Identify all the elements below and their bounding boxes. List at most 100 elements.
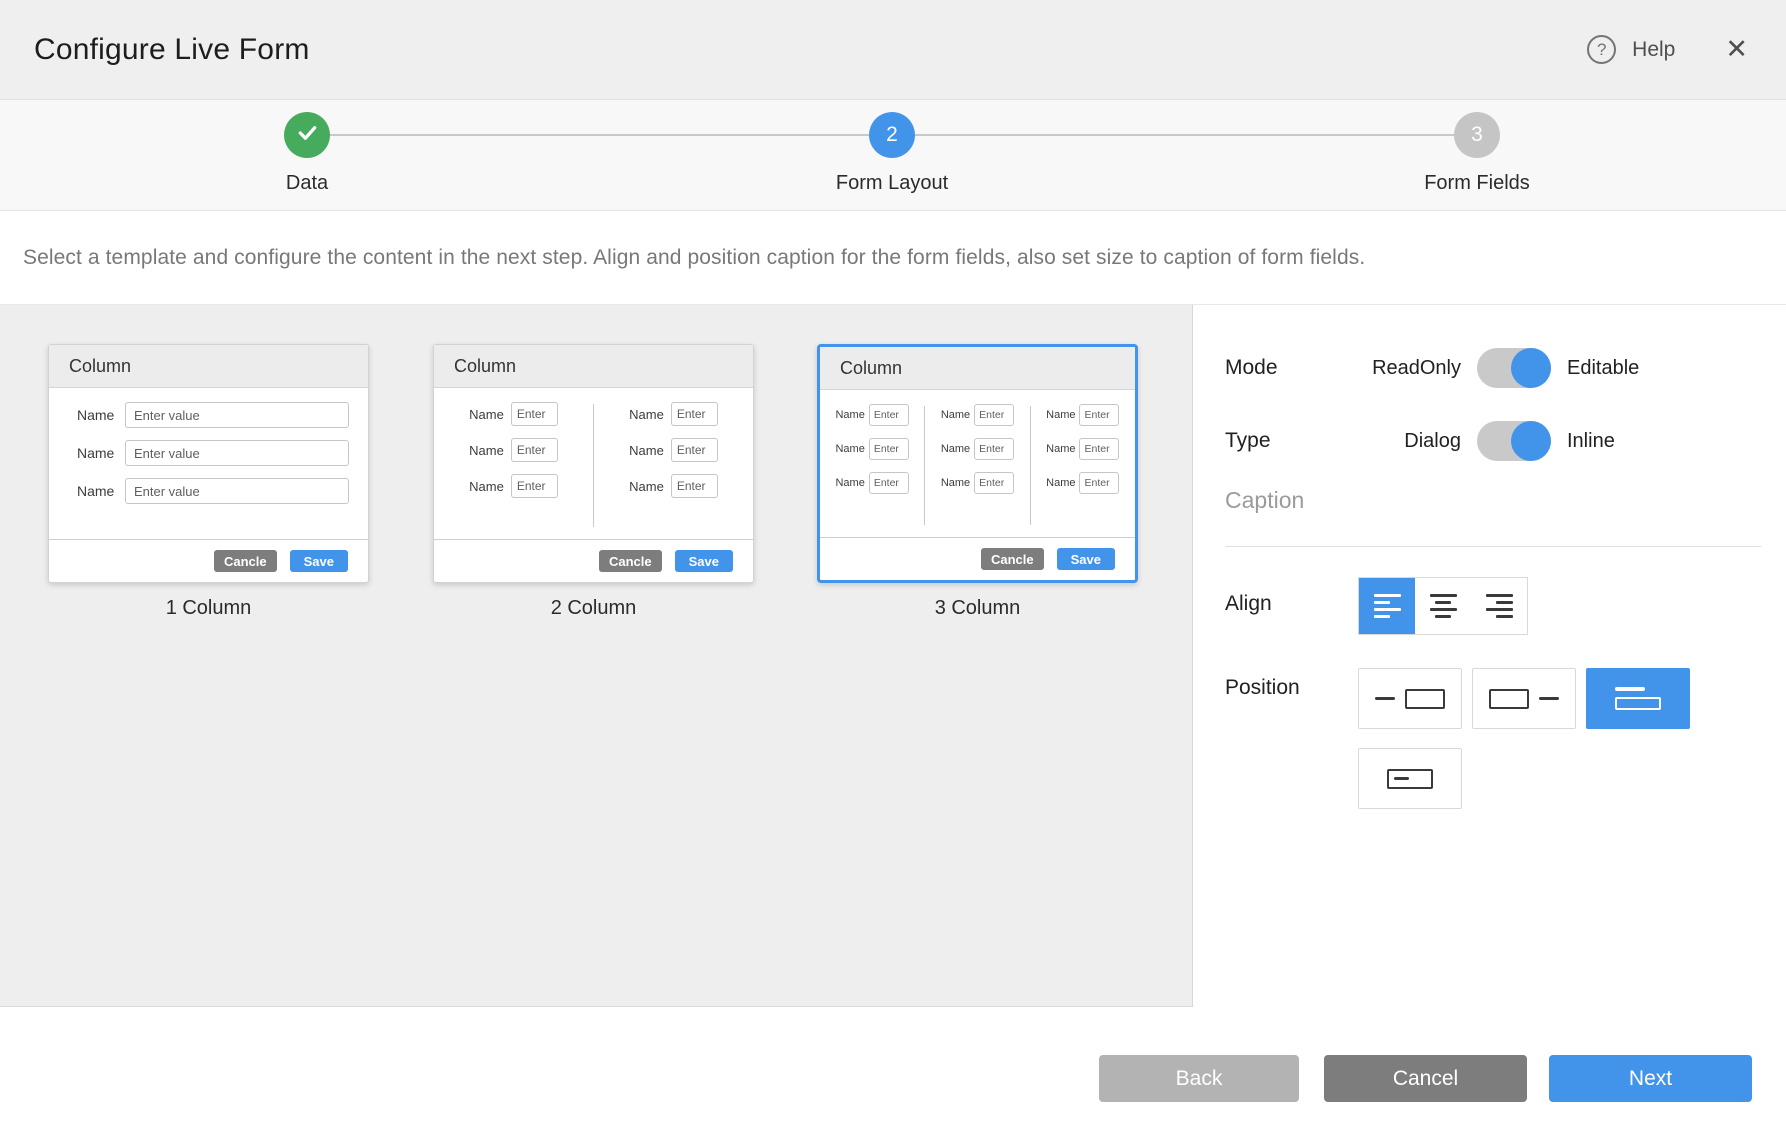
position-caption-right-button[interactable]	[1472, 668, 1576, 729]
mini-field-input	[1079, 472, 1119, 494]
mini-field-label: Name	[835, 443, 864, 455]
mini-field-input	[869, 472, 909, 494]
main-content: Column Name Name Name Cancle Save Column N…	[0, 305, 1786, 1007]
mini-save-button: Save	[1057, 548, 1115, 570]
mini-field-input	[671, 438, 718, 462]
mini-field-input	[869, 404, 909, 426]
mini-form-row: Name	[941, 438, 1014, 460]
mini-form-body: NameNameNameNameNameNameNameNameName	[820, 390, 1135, 537]
caption-section-heading: Caption	[1225, 487, 1304, 514]
align-center-icon	[1430, 594, 1457, 618]
help-icon: ?	[1587, 35, 1616, 64]
mode-readonly-label: ReadOnly	[1358, 357, 1461, 380]
next-button[interactable]: Next	[1549, 1055, 1752, 1102]
mini-field-input	[511, 474, 558, 498]
mini-form-title: Column	[820, 347, 1135, 390]
caption-section-divider	[1225, 546, 1761, 547]
mini-form-row: Name	[1046, 472, 1119, 494]
mini-field-input	[1079, 438, 1119, 460]
mini-field-label: Name	[941, 477, 970, 489]
mini-field-label: Name	[941, 443, 970, 455]
step-form-layout-circle[interactable]: 2	[869, 112, 915, 158]
caption-top-icon	[1615, 687, 1661, 710]
mini-field-input	[974, 404, 1014, 426]
position-caption-inside-button[interactable]	[1358, 748, 1462, 809]
mini-form-row: Name	[1046, 438, 1119, 460]
mini-field-input	[1079, 404, 1119, 426]
template-caption-2-column: 2 Column	[433, 597, 754, 620]
type-setting-row: Type Dialog Inline	[1225, 420, 1615, 462]
mini-form-row: Name	[77, 440, 349, 466]
mini-save-button: Save	[290, 550, 348, 572]
mini-form-row: Name	[835, 472, 908, 494]
mini-form-row: Name	[629, 474, 718, 498]
step-data-label: Data	[197, 172, 417, 195]
back-button[interactable]: Back	[1099, 1055, 1299, 1102]
configure-live-form-dialog: Configure Live Form ? Help ✕ 2 3 Data Fo…	[0, 0, 1786, 1142]
page-title: Configure Live Form	[34, 33, 310, 67]
align-right-button[interactable]	[1471, 578, 1527, 634]
type-inline-label: Inline	[1567, 430, 1615, 453]
mini-field-input	[974, 472, 1014, 494]
mini-form-column: NameNameName	[925, 404, 1029, 537]
template-card-3-column-selected[interactable]: Column NameNameNameNameNameNameNameNameN…	[817, 344, 1138, 583]
mini-field-input	[125, 402, 349, 428]
mini-field-label: Name	[835, 477, 864, 489]
mini-form-column: Name Name Name	[49, 402, 368, 539]
mode-toggle[interactable]	[1477, 348, 1551, 388]
caption-inside-icon	[1387, 769, 1433, 789]
mini-field-input	[671, 402, 718, 426]
template-card-2-column[interactable]: Column Name Name Name Name Name Name Cancle S…	[433, 344, 754, 583]
mini-form-footer: Cancle Save	[434, 539, 753, 582]
step-data-circle[interactable]	[284, 112, 330, 158]
mini-field-label: Name	[1046, 443, 1075, 455]
type-label: Type	[1225, 429, 1358, 453]
align-center-button[interactable]	[1415, 578, 1471, 634]
mini-field-label: Name	[469, 407, 504, 422]
mini-cancel-button: Cancle	[599, 550, 662, 572]
step-form-fields-label: Form Fields	[1367, 172, 1587, 195]
mini-field-input	[511, 402, 558, 426]
dialog-header: Configure Live Form ? Help ✕	[0, 0, 1786, 100]
close-icon[interactable]: ✕	[1725, 36, 1748, 63]
toggle-knob	[1511, 348, 1551, 388]
mini-field-label: Name	[1046, 477, 1075, 489]
template-card-1-column[interactable]: Column NameNameName Cancle Save	[48, 344, 369, 583]
mini-form-row: Name	[941, 472, 1014, 494]
mini-field-label: Name	[629, 443, 664, 458]
cancel-button[interactable]: Cancel	[1324, 1055, 1527, 1102]
align-right-icon	[1486, 594, 1513, 618]
mini-field-label: Name	[629, 407, 664, 422]
step-form-layout-label: Form Layout	[782, 172, 1002, 195]
help-button[interactable]: ? Help	[1587, 35, 1675, 64]
align-label: Align	[1225, 592, 1272, 616]
mini-form-title: Column	[49, 345, 368, 388]
step-form-fields-circle[interactable]: 3	[1454, 112, 1500, 158]
mini-field-label: Name	[469, 443, 504, 458]
template-caption-1-column: 1 Column	[48, 597, 369, 620]
align-left-button[interactable]	[1359, 578, 1415, 634]
settings-panel: Mode ReadOnly Editable Type Dialog Inlin…	[1192, 305, 1786, 1007]
template-caption-3-column: 3 Column	[817, 597, 1138, 620]
description-bar: Select a template and configure the cont…	[0, 211, 1786, 305]
mini-field-label: Name	[629, 479, 664, 494]
mini-form-column: NameNameName	[1031, 404, 1135, 537]
mini-form-row: Name	[835, 404, 908, 426]
mini-field-label: Name	[77, 407, 125, 423]
toggle-knob	[1511, 421, 1551, 461]
mini-form-row: Name	[835, 438, 908, 460]
mini-field-label: Name	[77, 483, 125, 499]
mini-form-row: Name	[77, 478, 349, 504]
mode-label: Mode	[1225, 356, 1358, 380]
mini-form-row: Name	[629, 438, 718, 462]
mini-form-column: Name Name Name	[434, 402, 593, 539]
position-caption-left-button[interactable]	[1358, 668, 1462, 729]
align-left-icon	[1374, 594, 1401, 618]
mini-form-footer: Cancle Save	[820, 537, 1135, 580]
mini-form-title: Column	[434, 345, 753, 388]
mini-field-label: Name	[469, 479, 504, 494]
description-text: Select a template and configure the cont…	[23, 246, 1365, 270]
mini-form-row: Name	[469, 474, 558, 498]
type-toggle[interactable]	[1477, 421, 1551, 461]
position-caption-top-button-selected[interactable]	[1586, 668, 1690, 729]
